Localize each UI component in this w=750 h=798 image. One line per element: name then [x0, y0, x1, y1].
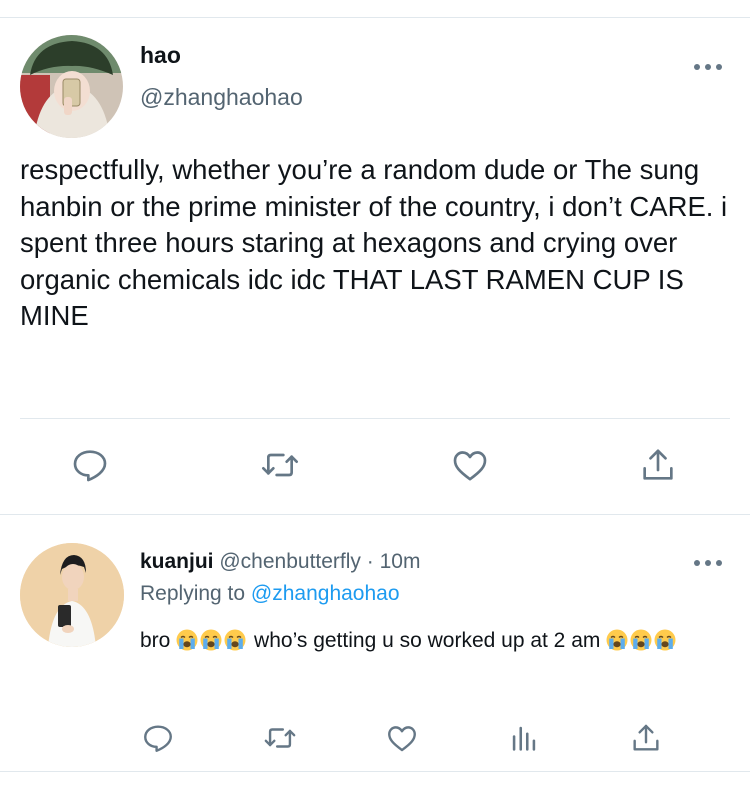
reply-text-start: bro [140, 629, 171, 652]
reply-like-icon[interactable] [382, 718, 422, 758]
user-handle[interactable]: @zhanghaohao [140, 84, 303, 111]
like-icon[interactable] [448, 443, 492, 487]
retweet-icon[interactable] [258, 443, 302, 487]
reply-header: kuanjui @chenbutterfly · 10m [140, 550, 420, 574]
reply-text-middle: who’s getting u so worked up at 2 am [254, 629, 601, 652]
reply-display-name[interactable]: kuanjui [140, 550, 214, 573]
loudly-crying-emoji-icon [630, 629, 653, 651]
reply-separator: · [360, 550, 380, 573]
reply-reply-icon[interactable] [138, 718, 178, 758]
reply-retweet-icon[interactable] [260, 718, 300, 758]
crying-emoji-group-1 [176, 629, 248, 652]
share-icon[interactable] [636, 443, 680, 487]
avatar[interactable] [20, 35, 123, 138]
top-divider [0, 17, 750, 18]
loudly-crying-emoji-icon [654, 629, 677, 651]
more-options-icon[interactable] [694, 60, 722, 74]
reply-handle[interactable]: @chenbutterfly [219, 550, 361, 573]
reply-timestamp[interactable]: 10m [380, 550, 421, 573]
reply-more-options-icon[interactable] [694, 556, 722, 570]
replying-to: Replying to @zhanghaohao [140, 582, 400, 606]
analytics-icon[interactable] [504, 718, 544, 758]
loudly-crying-emoji-icon [224, 629, 247, 651]
display-name[interactable]: hao [140, 42, 181, 69]
crying-emoji-group-2 [606, 629, 678, 652]
tweet-divider [20, 418, 730, 419]
replying-label: Replying to [140, 582, 246, 605]
replying-mention-link[interactable]: @zhanghaohao [251, 582, 400, 605]
tweet-text: respectfully, whether you’re a random du… [20, 154, 728, 331]
bottom-divider [0, 771, 750, 772]
loudly-crying-emoji-icon [606, 629, 629, 651]
reply-avatar[interactable] [20, 543, 124, 647]
reply-share-icon[interactable] [626, 718, 666, 758]
section-divider [0, 514, 750, 515]
reply-icon[interactable] [68, 443, 112, 487]
loudly-crying-emoji-icon [176, 629, 199, 651]
reply-text: bro who’s getting u so worked up at 2 am [140, 624, 735, 658]
loudly-crying-emoji-icon [200, 629, 223, 651]
